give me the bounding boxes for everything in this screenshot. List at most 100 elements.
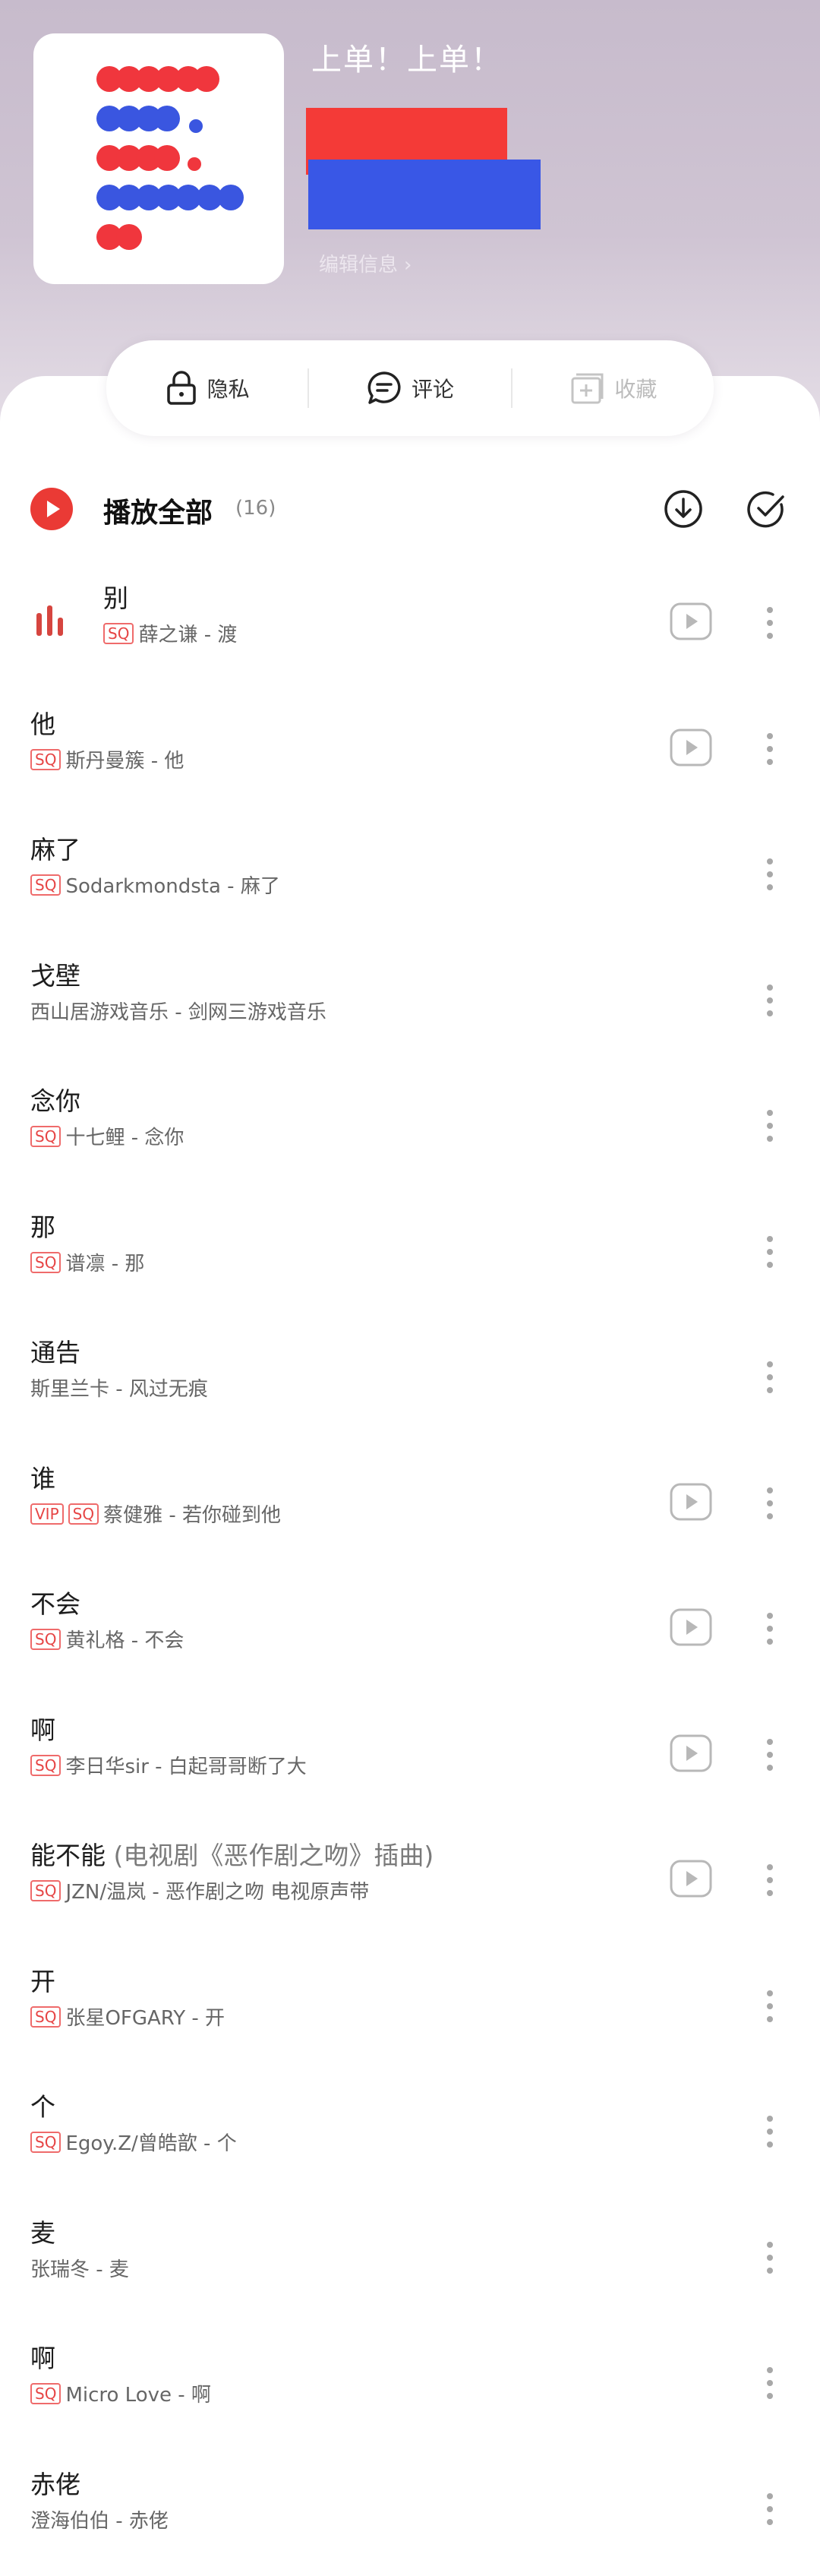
song-row[interactable]: 那 SQ谱凛 - 那 xyxy=(0,1193,820,1320)
play-all-button[interactable] xyxy=(30,488,73,530)
sq-badge: SQ xyxy=(30,1629,61,1650)
more-options-icon[interactable] xyxy=(756,1107,784,1145)
more-options-icon[interactable] xyxy=(756,2113,784,2151)
playlist-title: 上单！上单！ xyxy=(311,35,503,79)
sq-badge: SQ xyxy=(30,1880,61,1901)
song-row[interactable]: 别SQ薛之谦 - 渡 xyxy=(0,564,820,691)
song-meta: SQ李日华sir - 白起哥哥断了大 xyxy=(30,1753,661,1781)
more-options-icon[interactable] xyxy=(756,1610,784,1648)
song-row[interactable]: 啊SQ李日华sir - 白起哥哥断了大 xyxy=(0,1696,820,1822)
song-row[interactable]: 啊SQMicro Love - 啊 xyxy=(0,2325,820,2451)
song-text: 谁VIPSQ蔡健雅 - 若你碰到他 xyxy=(30,1462,661,1530)
more-options-icon[interactable] xyxy=(756,604,784,642)
song-title: 开 xyxy=(30,1964,661,1999)
play-all-label[interactable]: 播放全部 xyxy=(103,491,213,530)
song-text: 个SQEgoy.Z/曾皓歆 - 个 xyxy=(30,2090,661,2158)
redaction-block-blue xyxy=(308,160,541,229)
more-options-icon[interactable] xyxy=(756,1736,784,1774)
song-row[interactable]: 他 SQ斯丹曼簇 - 他 xyxy=(0,691,820,817)
song-title: 能不能 (电视剧《恶作剧之吻》插曲) xyxy=(30,1838,661,1873)
song-title-text: 那 xyxy=(30,1212,55,1242)
song-title: 个 xyxy=(30,2090,661,2125)
song-title-text: 通告 xyxy=(30,1338,80,1367)
song-title-text: 念你 xyxy=(30,1086,80,1116)
song-meta: 西山居游戏音乐 - 剑网三游戏音乐 xyxy=(30,998,661,1027)
song-row[interactable]: 通告斯里兰卡 - 风过无痕 xyxy=(0,1319,820,1445)
song-text: 戈壁西山居游戏音乐 - 剑网三游戏音乐 xyxy=(30,959,661,1027)
song-text: 啊SQ李日华sir - 白起哥哥断了大 xyxy=(30,1713,661,1781)
song-row[interactable]: 赤佬澄海伯伯 - 赤佬 xyxy=(0,2451,820,2576)
comment-icon xyxy=(366,370,402,406)
more-options-icon[interactable] xyxy=(756,855,784,893)
sq-badge: SQ xyxy=(30,874,61,896)
playlist-cover[interactable] xyxy=(33,33,284,284)
song-text: 那 SQ谱凛 - 那 xyxy=(30,1210,661,1279)
download-button[interactable] xyxy=(662,488,705,533)
song-text: 他 SQ斯丹曼簇 - 他 xyxy=(30,707,661,776)
song-text: 别SQ薛之谦 - 渡 xyxy=(103,581,661,650)
song-meta: SQ斯丹曼簇 - 他 xyxy=(30,747,661,776)
mv-play-icon[interactable] xyxy=(670,729,712,766)
song-artist-album: 澄海伯伯 - 赤佬 xyxy=(30,2510,169,2533)
song-row[interactable]: 谁VIPSQ蔡健雅 - 若你碰到他 xyxy=(0,1445,820,1571)
song-artist-album: 十七鲤 - 念你 xyxy=(65,1127,184,1149)
more-options-icon[interactable] xyxy=(756,1358,784,1396)
now-playing-icon xyxy=(33,604,67,637)
song-artist-album: 张瑞冬 - 麦 xyxy=(30,2258,129,2281)
edit-info-link[interactable]: 编辑信息› xyxy=(319,249,412,277)
vip-badge: VIP xyxy=(30,1503,64,1525)
mv-play-icon[interactable] xyxy=(670,1860,712,1898)
collect-button[interactable]: 收藏 xyxy=(512,370,714,406)
song-meta: SQ张星OFGARY - 开 xyxy=(30,2004,661,2033)
song-title-extra: (电视剧《恶作剧之吻》插曲) xyxy=(114,1841,434,1870)
song-title-text: 不会 xyxy=(30,1589,80,1619)
more-options-icon[interactable] xyxy=(756,730,784,768)
more-options-icon[interactable] xyxy=(756,981,784,1019)
song-meta: SQ谱凛 - 那 xyxy=(30,1250,661,1279)
song-row[interactable]: 麦张瑞冬 - 麦 xyxy=(0,2199,820,2325)
more-options-icon[interactable] xyxy=(756,1987,784,2025)
song-meta: SQJZN/温岚 - 恶作剧之吻 电视原声带 xyxy=(30,1878,661,1907)
more-options-icon[interactable] xyxy=(756,1484,784,1522)
playlist-action-bar: 隐私 评论 收藏 xyxy=(106,340,714,436)
song-row[interactable]: 个SQEgoy.Z/曾皓歆 - 个 xyxy=(0,2073,820,2199)
song-row[interactable]: 不会 SQ黄礼格 - 不会 xyxy=(0,1570,820,1696)
song-title: 啊 xyxy=(30,2341,661,2376)
song-title-text: 他 xyxy=(30,710,55,739)
song-title-text: 麻了 xyxy=(30,835,80,864)
song-row[interactable]: 麻了 SQSodarkmondsta - 麻了 xyxy=(0,816,820,942)
song-title: 麻了 xyxy=(30,833,661,868)
song-row[interactable]: 开 SQ张星OFGARY - 开 xyxy=(0,1948,820,2074)
song-row[interactable]: 念你SQ十七鲤 - 念你 xyxy=(0,1067,820,1193)
more-options-icon[interactable] xyxy=(756,2490,784,2528)
song-text: 赤佬澄海伯伯 - 赤佬 xyxy=(30,2467,661,2536)
more-options-icon[interactable] xyxy=(756,1861,784,1899)
mv-play-icon[interactable] xyxy=(670,1483,712,1521)
song-text: 啊SQMicro Love - 啊 xyxy=(30,2341,661,2410)
mv-play-icon[interactable] xyxy=(670,1608,712,1646)
song-meta: SQ黄礼格 - 不会 xyxy=(30,1626,661,1655)
mv-play-icon[interactable] xyxy=(670,1734,712,1772)
sq-badge: SQ xyxy=(30,2383,61,2404)
song-meta: 澄海伯伯 - 赤佬 xyxy=(30,2507,661,2536)
more-options-icon[interactable] xyxy=(756,2239,784,2277)
song-row[interactable]: 能不能 (电视剧《恶作剧之吻》插曲) SQJZN/温岚 - 恶作剧之吻 电视原声带 xyxy=(0,1822,820,1948)
mv-play-icon[interactable] xyxy=(670,602,712,640)
privacy-button[interactable]: 隐私 xyxy=(106,370,308,406)
add-to-folder-icon xyxy=(569,370,605,406)
more-options-icon[interactable] xyxy=(756,1233,784,1271)
more-options-icon[interactable] xyxy=(756,2364,784,2402)
song-meta: SQSodarkmondsta - 麻了 xyxy=(30,872,661,901)
song-row[interactable]: 戈壁西山居游戏音乐 - 剑网三游戏音乐 xyxy=(0,942,820,1068)
multi-select-button[interactable] xyxy=(746,488,788,533)
edit-info-label: 编辑信息 xyxy=(319,254,398,277)
sq-badge: SQ xyxy=(30,2132,61,2153)
song-meta: VIPSQ蔡健雅 - 若你碰到他 xyxy=(30,1501,661,1530)
song-meta: 斯里兰卡 - 风过无痕 xyxy=(30,1375,661,1404)
comment-button[interactable]: 评论 xyxy=(309,370,510,406)
song-title: 赤佬 xyxy=(30,2467,661,2502)
check-circle-icon xyxy=(746,488,788,530)
song-text: 能不能 (电视剧《恶作剧之吻》插曲) SQJZN/温岚 - 恶作剧之吻 电视原声带 xyxy=(30,1838,661,1907)
song-artist-album: JZN/温岚 - 恶作剧之吻 电视原声带 xyxy=(65,1881,369,1904)
collect-label: 收藏 xyxy=(614,373,657,403)
